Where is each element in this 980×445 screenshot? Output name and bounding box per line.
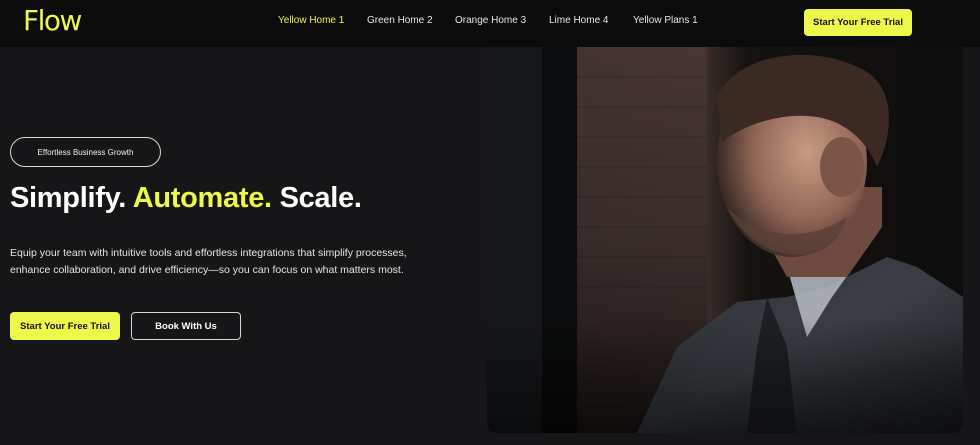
nav-link-yellow-home-1[interactable]: Yellow Home 1: [278, 15, 344, 26]
header-start-trial-button[interactable]: Start Your Free Trial: [804, 9, 912, 36]
headline-automate: Automate.: [132, 182, 272, 214]
hero-badge: Effortless Business Growth: [10, 137, 161, 167]
nav-link-green-home-2[interactable]: Green Home 2: [367, 15, 433, 26]
nav-link-orange-home-3[interactable]: Orange Home 3: [455, 15, 526, 26]
man-in-suit-illustration: [487, 47, 963, 433]
nav-link-lime-home-4[interactable]: Lime Home 4: [549, 15, 608, 26]
hero-description: Equip your team with intuitive tools and…: [10, 247, 407, 276]
flow-logo[interactable]: Flow: [23, 4, 82, 37]
nav-link-yellow-plans-1[interactable]: Yellow Plans 1: [633, 15, 698, 26]
hero-photo: [487, 47, 963, 433]
top-navbar: Flow Yellow Home 1 Green Home 2 Orange H…: [0, 0, 980, 47]
book-with-us-button[interactable]: Book With Us: [131, 312, 241, 340]
hero-start-trial-button[interactable]: Start Your Free Trial: [10, 312, 120, 340]
headline-scale: Scale.: [279, 182, 362, 214]
headline-simplify: Simplify.: [10, 182, 127, 214]
hero-headline: Simplify. Automate. Scale.: [10, 180, 362, 216]
